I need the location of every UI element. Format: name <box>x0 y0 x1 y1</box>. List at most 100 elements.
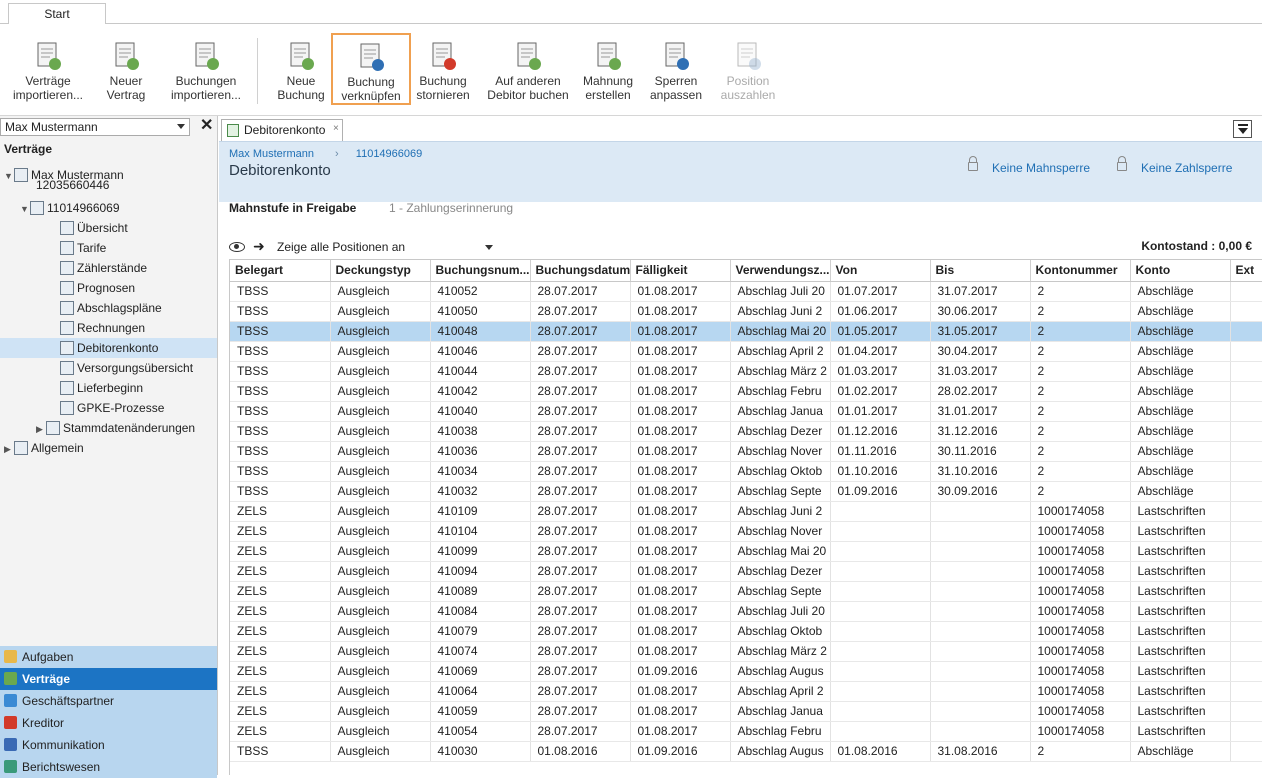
ribbon-button-label: importieren... <box>170 88 242 102</box>
tree-item-debitorenkonto[interactable]: Debitorenkonto <box>0 338 217 358</box>
table-cell: Abschläge <box>1130 461 1231 482</box>
table-cell: Ausgleich <box>330 641 431 662</box>
table-row[interactable]: ZELS Ausgleich 410099 28.07.2017 01.08.2017 A… <box>230 541 1262 562</box>
nav-kreditor[interactable]: Kreditor <box>0 712 217 734</box>
mahnsperre-status[interactable]: Keine Mahnsperre <box>968 156 1090 175</box>
filter-value: Zeige alle Positionen an <box>277 240 406 254</box>
table-row[interactable]: TBSS Ausgleich 410052 28.07.2017 01.08.2017 A… <box>230 281 1262 302</box>
nav-aufgaben[interactable]: Aufgaben <box>0 646 217 668</box>
column-header[interactable]: Bis <box>930 260 1031 282</box>
nav-vertraege[interactable]: Verträge <box>0 668 217 690</box>
person-icon <box>14 168 28 182</box>
neue-buchung-button[interactable]: Neue Buchung <box>270 34 332 106</box>
column-header[interactable]: Fälligkeit <box>630 260 731 282</box>
tree-item-prognosen[interactable]: Prognosen <box>50 278 135 298</box>
nav-kommunikation[interactable]: Kommunikation <box>0 734 217 756</box>
tree-item-lieferbeginn[interactable]: Lieferbeginn <box>50 378 143 398</box>
table-row[interactable]: TBSS Ausgleich 410036 28.07.2017 01.08.2017 A… <box>230 441 1262 462</box>
table-row[interactable]: ZELS Ausgleich 410089 28.07.2017 01.08.2017 A… <box>230 581 1262 602</box>
table-row[interactable]: TBSS Ausgleich 410038 28.07.2017 01.08.2017 A… <box>230 421 1262 442</box>
table-cell: 01.03.2017 <box>830 361 931 382</box>
table-cell: 01.08.2016 <box>530 741 631 762</box>
tree-item-tarife[interactable]: Tarife <box>50 238 106 258</box>
table-row[interactable]: TBSS Ausgleich 410050 28.07.2017 01.08.2017 A… <box>230 301 1262 322</box>
table-cell <box>830 621 931 642</box>
table-row[interactable]: TBSS Ausgleich 410040 28.07.2017 01.08.2017 A… <box>230 401 1262 422</box>
table-row[interactable]: ZELS Ausgleich 410094 28.07.2017 01.08.2017 A… <box>230 561 1262 582</box>
column-header[interactable]: Kontonummer <box>1030 260 1131 282</box>
auf-anderen-debitor-buchen-button[interactable]: Auf anderen Debitor buchen <box>480 34 576 106</box>
tree-customer-number[interactable]: 12035660446 <box>36 178 109 192</box>
position-auszahlen-button[interactable]: Position auszahlen <box>712 34 784 106</box>
table-row[interactable]: ZELS Ausgleich 410079 28.07.2017 01.08.2017 A… <box>230 621 1262 642</box>
table-row[interactable]: TBSS Ausgleich 410044 28.07.2017 01.08.2017 A… <box>230 361 1262 382</box>
table-row[interactable]: ZELS Ausgleich 410109 28.07.2017 01.08.2017 A… <box>230 501 1262 522</box>
tab-debitorenkonto[interactable]: Debitorenkonto × <box>221 119 343 141</box>
table-row[interactable]: TBSS Ausgleich 410046 28.07.2017 01.08.2017 A… <box>230 341 1262 362</box>
vertraege-importieren-button[interactable]: Verträge importieren... <box>4 34 92 106</box>
buchung-verknuepfen-button[interactable]: Buchung verknüpfen <box>331 33 411 105</box>
table-row[interactable]: ZELS Ausgleich 410104 28.07.2017 01.08.2017 A… <box>230 521 1262 542</box>
table-row[interactable]: TBSS Ausgleich 410030 01.08.2016 01.09.2016 A… <box>230 741 1262 762</box>
tree-item-gpke-prozesse[interactable]: GPKE-Prozesse <box>50 398 164 418</box>
expand-right-icon[interactable]: ▶ <box>4 439 14 459</box>
tree-item-versorgungsuebersicht[interactable]: Versorgungsübersicht <box>50 358 193 378</box>
zahlsperre-status[interactable]: Keine Zahlsperre <box>1117 156 1232 175</box>
table-row[interactable]: ZELS Ausgleich 410069 28.07.2017 01.09.2016 A… <box>230 661 1262 682</box>
column-header[interactable]: Ext <box>1230 260 1262 282</box>
table-cell <box>1230 601 1262 622</box>
sperren-anpassen-button[interactable]: Sperren anpassen <box>643 34 709 106</box>
table-cell: 410042 <box>430 381 531 402</box>
close-icon[interactable]: ✕ <box>200 117 213 135</box>
mahnung-erstellen-button[interactable]: Mahnung erstellen <box>576 34 640 106</box>
column-header[interactable]: Buchungsdatum <box>530 260 631 282</box>
column-header[interactable]: Deckungstyp <box>330 260 431 282</box>
column-header[interactable]: Buchungsnum... <box>430 260 531 282</box>
table-row[interactable]: TBSS Ausgleich 410034 28.07.2017 01.08.2017 A… <box>230 461 1262 482</box>
table-row[interactable]: ZELS Ausgleich 410074 28.07.2017 01.08.2017 A… <box>230 641 1262 662</box>
tree-label: Tarife <box>77 241 107 255</box>
column-header[interactable]: Von <box>830 260 931 282</box>
tab-start[interactable]: Start <box>8 3 106 25</box>
table-row[interactable]: ZELS Ausgleich 410084 28.07.2017 01.08.2017 A… <box>230 601 1262 622</box>
table-cell <box>930 521 1031 542</box>
table-cell: Lastschriften <box>1130 701 1231 722</box>
column-header[interactable]: Verwendungsz... <box>730 260 831 282</box>
table-row[interactable]: TBSS Ausgleich 410042 28.07.2017 01.08.2017 A… <box>230 381 1262 402</box>
ribbon-button-label: verknüpfen <box>341 89 401 103</box>
table-cell: 28.07.2017 <box>530 421 631 442</box>
expand-down-icon[interactable]: ▼ <box>20 199 30 219</box>
table-cell: Lastschriften <box>1130 661 1231 682</box>
supply-start-icon <box>60 381 74 395</box>
tree-item-uebersicht[interactable]: Übersicht <box>50 218 128 238</box>
tab-close-icon[interactable]: × <box>333 118 339 139</box>
customer-combo[interactable]: Max Mustermann <box>0 118 190 136</box>
tree-contract[interactable]: ▼ 11014966069 <box>20 198 120 218</box>
nav-geschaeftspartner[interactable]: Geschäftspartner <box>0 690 217 712</box>
table-cell: Ausgleich <box>330 721 431 742</box>
column-header[interactable]: Belegart <box>230 260 331 282</box>
expand-down-icon[interactable]: ▼ <box>4 169 14 183</box>
column-header[interactable]: Konto <box>1130 260 1231 282</box>
neuer-vertrag-button[interactable]: Neuer Vertrag <box>96 34 156 106</box>
tree-item-allgemein[interactable]: ▶ Allgemein <box>4 438 84 458</box>
panel-menu-button[interactable] <box>1233 120 1252 138</box>
breadcrumb-customer[interactable]: Max Mustermann <box>229 148 314 160</box>
expand-right-icon[interactable]: ▶ <box>36 419 46 439</box>
tree-item-abschlagsplaene[interactable]: Abschlagspläne <box>50 298 162 318</box>
table-row[interactable]: ZELS Ausgleich 410059 28.07.2017 01.08.2017 A… <box>230 701 1262 722</box>
buchung-stornieren-button[interactable]: Buchung stornieren <box>410 34 476 106</box>
table-row[interactable]: TBSS Ausgleich 410032 28.07.2017 01.08.2017 A… <box>230 481 1262 502</box>
tree-item-stammdatenaenderungen[interactable]: ▶ Stammdatenänderungen <box>36 418 195 438</box>
position-filter[interactable]: ➜ Zeige alle Positionen an <box>229 238 499 256</box>
table-cell: 31.01.2017 <box>930 401 1031 422</box>
table-cell: 01.08.2017 <box>630 401 731 422</box>
breadcrumb-contract[interactable]: 11014966069 <box>356 148 422 160</box>
table-cell: Abschläge <box>1130 421 1231 442</box>
tree-item-rechnungen[interactable]: Rechnungen <box>50 318 145 338</box>
tree-item-zaehlerstaende[interactable]: Zählerstände <box>50 258 147 278</box>
table-row[interactable]: TBSS Ausgleich 410048 28.07.2017 01.08.2017 A… <box>230 321 1262 342</box>
table-row[interactable]: ZELS Ausgleich 410054 28.07.2017 01.08.2017 A… <box>230 721 1262 742</box>
buchungen-importieren-button[interactable]: Buchungen importieren... <box>164 34 248 106</box>
table-row[interactable]: ZELS Ausgleich 410064 28.07.2017 01.08.2017 A… <box>230 681 1262 702</box>
